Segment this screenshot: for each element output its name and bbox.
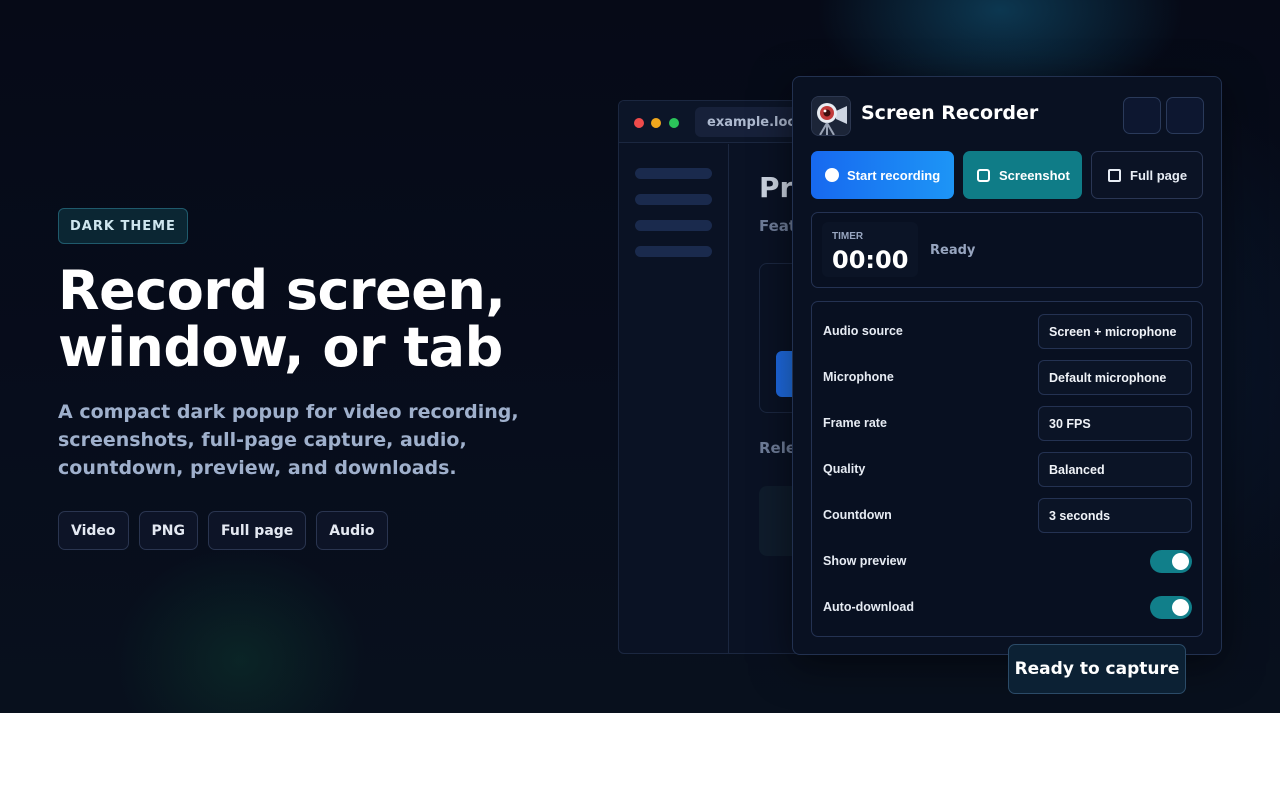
screenshot-label: Screenshot <box>999 167 1070 183</box>
frame-rate-select[interactable]: 30 FPS <box>1038 406 1192 441</box>
auto-download-toggle[interactable] <box>1150 596 1192 619</box>
hero-section: DARK THEME Record screen, window, or tab… <box>0 0 1280 713</box>
maximize-dot-icon <box>669 118 679 128</box>
mock-sidebar-line <box>635 194 712 205</box>
frame-rate-label: Frame rate <box>823 416 887 430</box>
header-button-2[interactable] <box>1166 97 1204 134</box>
recording-status: Ready <box>930 243 976 258</box>
settings-panel: Audio source Screen + microphone Microph… <box>811 301 1203 637</box>
audio-source-select[interactable]: Screen + microphone <box>1038 314 1192 349</box>
timer-panel: TIMER 00:00 Ready <box>811 212 1203 288</box>
chip-png: PNG <box>138 511 198 550</box>
square-icon <box>977 168 990 182</box>
recorder-popup: Screen Recorder Start recording Screensh… <box>792 76 1222 655</box>
setting-row-frame-rate: Frame rate 30 FPS <box>812 400 1204 446</box>
setting-row-quality: Quality Balanced <box>812 446 1204 492</box>
quality-select[interactable]: Balanced <box>1038 452 1192 487</box>
full-page-button[interactable]: Full page <box>1091 151 1203 199</box>
audio-source-label: Audio source <box>823 324 903 338</box>
microphone-label: Microphone <box>823 370 894 384</box>
setting-row-countdown: Countdown 3 seconds <box>812 492 1204 538</box>
auto-download-label: Auto-download <box>823 600 914 614</box>
ready-status-pill: Ready to capture <box>1008 644 1186 694</box>
mock-sidebar-line <box>635 246 712 257</box>
mock-sidebar-line <box>635 168 712 179</box>
toggle-knob <box>1172 553 1189 570</box>
capture-actions: Start recording Screenshot Full page <box>811 151 1203 199</box>
record-dot-icon <box>825 168 839 182</box>
chip-video: Video <box>58 511 129 550</box>
mock-section-heading: Rele <box>759 439 797 457</box>
close-dot-icon <box>634 118 644 128</box>
countdown-label: Countdown <box>823 508 892 522</box>
feature-chips: Video PNG Full page Audio <box>58 511 388 550</box>
show-preview-toggle[interactable] <box>1150 550 1192 573</box>
mock-page-subtitle: Feat <box>759 217 797 235</box>
quality-label: Quality <box>823 462 866 476</box>
setting-row-show-preview: Show preview <box>812 538 1204 584</box>
square-icon <box>1108 168 1121 182</box>
screenshot-button[interactable]: Screenshot <box>963 151 1082 199</box>
countdown-select[interactable]: 3 seconds <box>1038 498 1192 533</box>
header-button-1[interactable] <box>1123 97 1161 134</box>
timer-label: TIMER <box>832 231 864 242</box>
popup-title: Screen Recorder <box>861 102 1039 124</box>
mock-page-title: Pr <box>759 171 794 204</box>
start-recording-button[interactable]: Start recording <box>811 151 954 199</box>
show-preview-label: Show preview <box>823 554 907 568</box>
setting-row-audio-source: Audio source Screen + microphone <box>812 308 1204 354</box>
hero-headline: Record screen, window, or tab <box>58 262 598 376</box>
timer-value: 00:00 <box>832 246 909 274</box>
headline-line-2: window, or tab <box>58 316 503 379</box>
full-page-label: Full page <box>1130 167 1188 183</box>
mock-sidebar-line <box>635 220 712 231</box>
minimize-dot-icon <box>651 118 661 128</box>
timer-box: TIMER 00:00 <box>822 222 918 277</box>
setting-row-auto-download: Auto-download <box>812 584 1204 630</box>
camera-reel-icon <box>811 96 851 136</box>
hero-subtitle: A compact dark popup for video recording… <box>58 401 519 479</box>
toggle-knob <box>1172 599 1189 616</box>
setting-row-microphone: Microphone Default microphone <box>812 354 1204 400</box>
chip-full-page: Full page <box>208 511 307 550</box>
mock-sidebar <box>619 144 729 653</box>
theme-badge: DARK THEME <box>58 208 188 244</box>
chip-audio: Audio <box>316 511 388 550</box>
start-recording-label: Start recording <box>847 167 941 183</box>
headline-line-1: Record screen, <box>58 259 506 322</box>
microphone-select[interactable]: Default microphone <box>1038 360 1192 395</box>
